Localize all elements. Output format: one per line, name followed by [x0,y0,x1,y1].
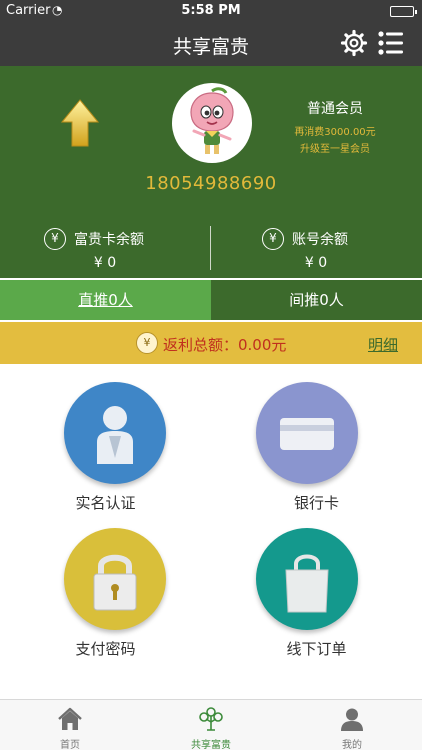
grid-item-pay-password[interactable]: 支付密码 [0,516,211,686]
yen-icon: ¥ [262,228,284,250]
bank-card-button[interactable] [256,382,358,484]
tab-share-wealth[interactable]: 共享富贵 [141,700,281,750]
status-bar: Carrier ◔ 5:58 PM [0,0,422,22]
rebate-bar: ¥ 返利总额：0.00元 明细 [0,322,422,364]
nav-bar: 共享富贵 [0,22,422,66]
real-name-label: 实名认证 [75,494,136,512]
tab-share-wealth-label: 共享富贵 [191,740,231,750]
phone-number: 18054988690 [145,173,277,194]
upgrade-arrow-icon[interactable] [60,98,100,148]
account-balance-label: 账号余额 [292,232,348,248]
account-balance-value: ¥ 0 [304,255,328,271]
tab-mine[interactable]: 我的 [282,700,422,750]
referral-tabs: 直推0人 间推0人 [0,280,422,320]
card-balance-label: 富贵卡余额 [74,232,144,248]
battery-icon [390,6,417,17]
member-level: 普通会员 [307,101,363,117]
coin-icon: ¥ [136,332,158,354]
profile-header: 普通会员 再消费3000.00元 升级至一星会员 18054988690 ¥ 富… [0,66,422,278]
card-balance-value: ¥ 0 [93,255,117,271]
tab-home[interactable]: 首页 [0,700,140,750]
lock-icon [93,554,137,611]
home-icon [58,707,82,730]
rebate-detail-link[interactable]: 明细 [368,334,398,355]
person-icon [97,406,133,464]
pay-password-button[interactable] [64,528,166,630]
tab-mine-label: 我的 [342,740,362,750]
grid-item-real-name[interactable]: 实名认证 [0,370,211,540]
grid-item-bank-card[interactable]: 银行卡 [211,370,422,540]
tab-direct-referrals[interactable]: 直推0人 [0,280,211,320]
upgrade-note: 再消费3000.00元 [294,127,376,138]
rebate-total: 返利总额：0.00元 [163,336,287,354]
tab-indirect-referrals[interactable]: 间推0人 [211,280,422,320]
bank-card-label: 银行卡 [293,494,339,512]
peach-mascot-icon [190,87,234,154]
offline-orders-label: 线下订单 [286,640,347,658]
real-name-button[interactable] [64,382,166,484]
user-icon [341,708,363,731]
card-icon [280,418,334,450]
tree-icon [199,707,223,731]
pay-password-label: 支付密码 [75,640,136,658]
yen-icon: ¥ [44,228,66,250]
tab-home-label: 首页 [60,740,80,750]
list-icon[interactable] [377,29,405,57]
upgrade-target: 升级至一星会员 [300,144,370,155]
grid-item-offline-orders[interactable]: 线下订单 [211,516,422,686]
gear-icon[interactable] [340,29,368,57]
clock: 5:58 PM [181,3,241,18]
avatar[interactable] [172,83,252,163]
offline-orders-button[interactable] [256,528,358,630]
divider [210,226,211,270]
bag-icon [285,554,329,613]
bottom-tab-bar: 首页 共享富贵 我的 [0,699,422,750]
